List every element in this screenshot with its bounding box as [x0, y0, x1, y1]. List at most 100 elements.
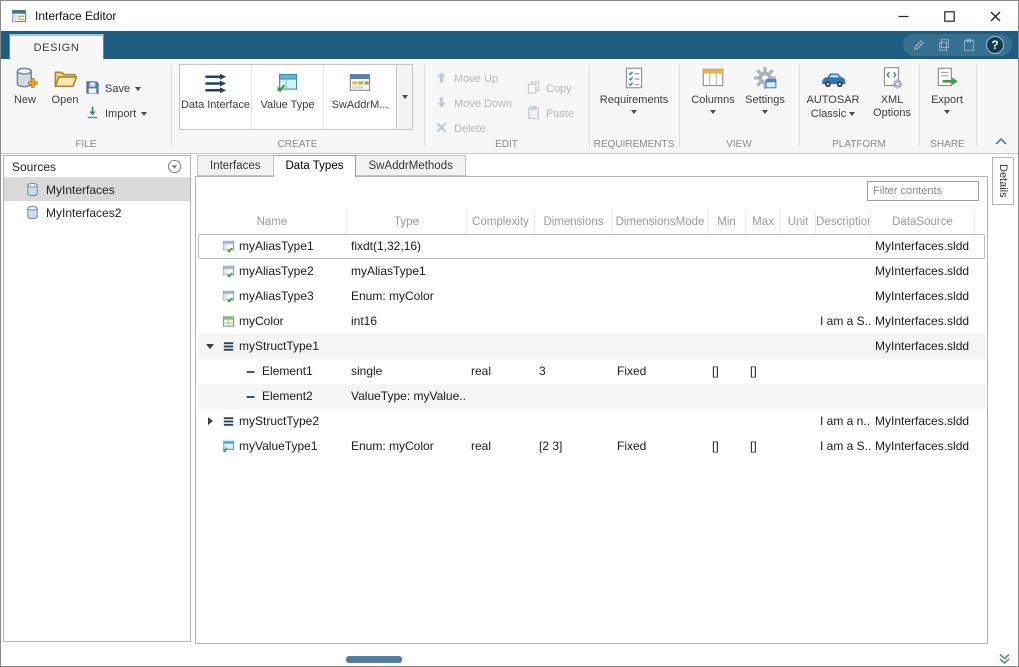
toolstrip-section-platform: AUTOSAR Classic XML Options PLATFORM — [799, 59, 919, 154]
row-name: myColor — [239, 309, 284, 334]
save-button[interactable]: Save — [85, 79, 141, 99]
horizontal-scrollbar-thumb[interactable] — [346, 656, 402, 663]
sidebar-item-myinterfaces[interactable]: MyInterfaces — [4, 178, 190, 201]
export-button[interactable]: Export — [924, 64, 970, 114]
tab-data-types[interactable]: Data Types — [274, 155, 357, 177]
section-divider — [976, 65, 977, 147]
requirements-button[interactable]: Requirements — [604, 64, 664, 114]
table-row[interactable]: myStructType2 I am a n... MyInterfaces.s… — [198, 409, 985, 434]
interface-editor-window: Interface Editor DESIGN ? — [0, 0, 1019, 667]
gallery-dropdown-button[interactable] — [396, 65, 412, 129]
expander-spacer — [204, 440, 217, 453]
maximize-button[interactable] — [926, 1, 972, 31]
toolstrip: New Open Save Import — [1, 59, 1018, 154]
car-icon — [820, 64, 847, 92]
sidebar-item-myinterfaces2[interactable]: MyInterfaces2 — [4, 201, 190, 224]
column-header-dimensionsmode[interactable]: DimensionsMode — [613, 210, 708, 234]
paste-icon[interactable] — [961, 37, 977, 53]
table-row[interactable]: myAliasType2 myAliasType1 MyInterfaces.s… — [198, 259, 985, 284]
cell-type: fixdt(1,32,16) — [347, 234, 467, 259]
paste-button[interactable]: Paste — [526, 104, 574, 124]
cell-type: myAliasType1 — [347, 259, 467, 284]
settings-button[interactable]: Settings — [741, 64, 789, 114]
scrollbar-corner-icon[interactable] — [997, 652, 1013, 664]
column-header-complexity[interactable]: Complexity — [467, 210, 535, 234]
cell-type: Enum: myColor — [347, 434, 467, 459]
database-icon — [24, 205, 40, 220]
delete-button[interactable]: Delete — [434, 119, 486, 139]
titlebar: Interface Editor — [1, 1, 1018, 31]
requirements-icon — [621, 64, 647, 92]
new-button[interactable]: New — [5, 64, 45, 107]
table-row[interactable]: myValueType1 Enum: myColor real [2 3] Fi… — [198, 434, 985, 459]
xml-options-button[interactable]: XML Options — [869, 64, 915, 119]
sw-addr-method-icon — [347, 69, 374, 97]
section-label-file: FILE — [1, 139, 171, 150]
expander-spacer — [204, 315, 217, 328]
xml-document-icon — [879, 64, 905, 92]
app-icon — [11, 8, 27, 24]
data-interface-button[interactable]: Data Interface — [180, 65, 252, 129]
help-button[interactable]: ? — [986, 36, 1004, 54]
expander-spacer — [204, 240, 217, 253]
tab-design[interactable]: DESIGN — [9, 34, 104, 59]
table-row[interactable]: myAliasType3 Enum: myColor MyInterfaces.… — [198, 284, 985, 309]
import-label: Import — [105, 108, 136, 120]
column-header-unit[interactable]: Unit — [781, 210, 816, 234]
pen-icon[interactable] — [911, 37, 927, 53]
column-header-type[interactable]: Type — [347, 210, 467, 234]
table-row[interactable]: Element1 single real 3 Fixed [] [] — [198, 359, 985, 384]
move-up-label: Move Up — [454, 73, 498, 85]
struct-type-icon — [220, 339, 236, 354]
toolstrip-section-requirements: Requirements REQUIREMENTS — [589, 59, 679, 154]
collapse-expander-icon[interactable] — [204, 340, 217, 353]
tab-interfaces[interactable]: Interfaces — [197, 155, 274, 176]
cell-max: [] — [746, 359, 781, 384]
copy-button[interactable]: Copy — [526, 79, 572, 99]
columns-label: Columns — [691, 94, 734, 107]
filter-input[interactable] — [867, 181, 979, 201]
sources-filter-button[interactable] — [167, 159, 182, 174]
move-up-button[interactable]: Move Up — [434, 69, 498, 89]
columns-button[interactable]: Columns — [689, 64, 737, 114]
sw-addr-method-button[interactable]: SwAddrM... — [324, 65, 396, 129]
import-button[interactable]: Import — [85, 104, 147, 124]
table-row[interactable]: Element2 ValueType: myValue... — [198, 384, 985, 409]
toolstrip-section-create: Data Interface Value Type SwAddrM... — [171, 59, 424, 154]
struct-type-icon — [220, 414, 236, 429]
minimize-button[interactable] — [880, 1, 926, 31]
requirements-dropdown-caret — [631, 110, 637, 114]
column-header-dimensions[interactable]: Dimensions — [535, 210, 613, 234]
autosar-classic-button[interactable]: AUTOSAR Classic — [803, 64, 863, 120]
cell-description: I am a S... — [816, 434, 871, 459]
copy-icon[interactable] — [936, 37, 952, 53]
move-down-button[interactable]: Move Down — [434, 94, 512, 114]
column-header-min[interactable]: Min — [708, 210, 746, 234]
column-header-name[interactable]: Name — [198, 210, 347, 234]
table-row[interactable]: myStructType1 MyInterfaces.sldd — [198, 334, 985, 359]
value-type-label: Value Type — [260, 99, 314, 112]
section-label-view: VIEW — [679, 139, 799, 150]
collapse-toolstrip-button[interactable] — [992, 134, 1010, 148]
export-label: Export — [931, 94, 963, 107]
open-button[interactable]: Open — [45, 64, 85, 107]
column-header-datasource[interactable]: DataSource — [871, 210, 975, 234]
paste-clipboard-icon — [526, 105, 541, 123]
element-icon — [243, 389, 259, 404]
cell-description: I am a n... — [816, 409, 871, 434]
table-row[interactable]: myAliasType1 fixdt(1,32,16) MyInterfaces… — [198, 234, 985, 259]
tab-swaddrmethods[interactable]: SwAddrMethods — [356, 155, 465, 176]
expand-expander-icon[interactable] — [204, 415, 217, 428]
close-button[interactable] — [972, 1, 1018, 31]
section-label-platform: PLATFORM — [799, 139, 919, 150]
column-header-max[interactable]: Max — [746, 210, 781, 234]
value-type-button[interactable]: Value Type — [252, 65, 324, 129]
cell-data-source: MyInterfaces.sldd — [871, 309, 975, 334]
database-icon — [24, 182, 40, 197]
gallery-dropdown-caret — [402, 95, 408, 99]
table-row[interactable]: myColor int16 I am a S... MyInterfaces.s… — [198, 309, 985, 334]
tab-details[interactable]: Details — [992, 157, 1014, 205]
cell-dimensions: [2 3] — [535, 434, 613, 459]
import-icon — [85, 105, 100, 123]
column-header-description[interactable]: Description — [816, 210, 871, 234]
